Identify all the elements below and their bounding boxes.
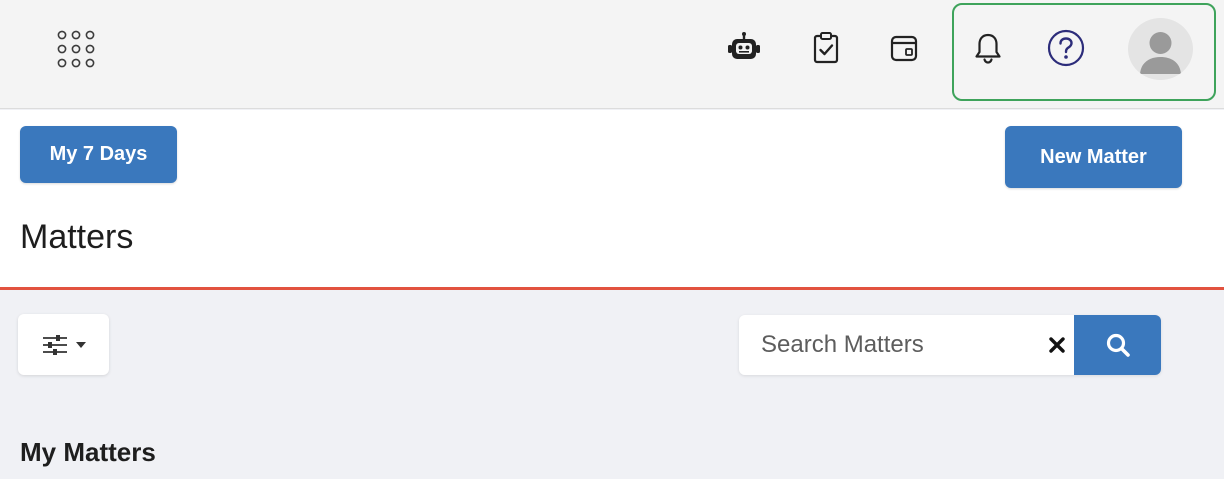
page-title: Matters [20, 218, 134, 256]
highlight-frame [952, 3, 1216, 101]
close-icon [1048, 337, 1065, 353]
robot-assistant-icon[interactable] [724, 28, 764, 68]
caret-down-icon [75, 341, 86, 348]
my-7-days-button[interactable]: My 7 Days [20, 126, 177, 183]
search-icon [1106, 333, 1130, 357]
filter-dropdown-button[interactable] [18, 314, 109, 375]
my-matters-heading: My Matters [20, 437, 156, 467]
title-band: My 7 Days New Matter Matters [0, 110, 1224, 290]
calendar-icon[interactable] [884, 28, 924, 68]
sliders-icon [42, 334, 67, 355]
clipboard-check-icon[interactable] [806, 28, 846, 68]
new-matter-button[interactable]: New Matter [1005, 126, 1182, 188]
app-launcher-icon[interactable] [54, 28, 98, 70]
search-input[interactable] [739, 315, 1039, 375]
clear-search-button[interactable] [1039, 315, 1074, 375]
search-button[interactable] [1074, 315, 1161, 375]
search-bar [739, 315, 1161, 375]
top-header [0, 0, 1224, 109]
